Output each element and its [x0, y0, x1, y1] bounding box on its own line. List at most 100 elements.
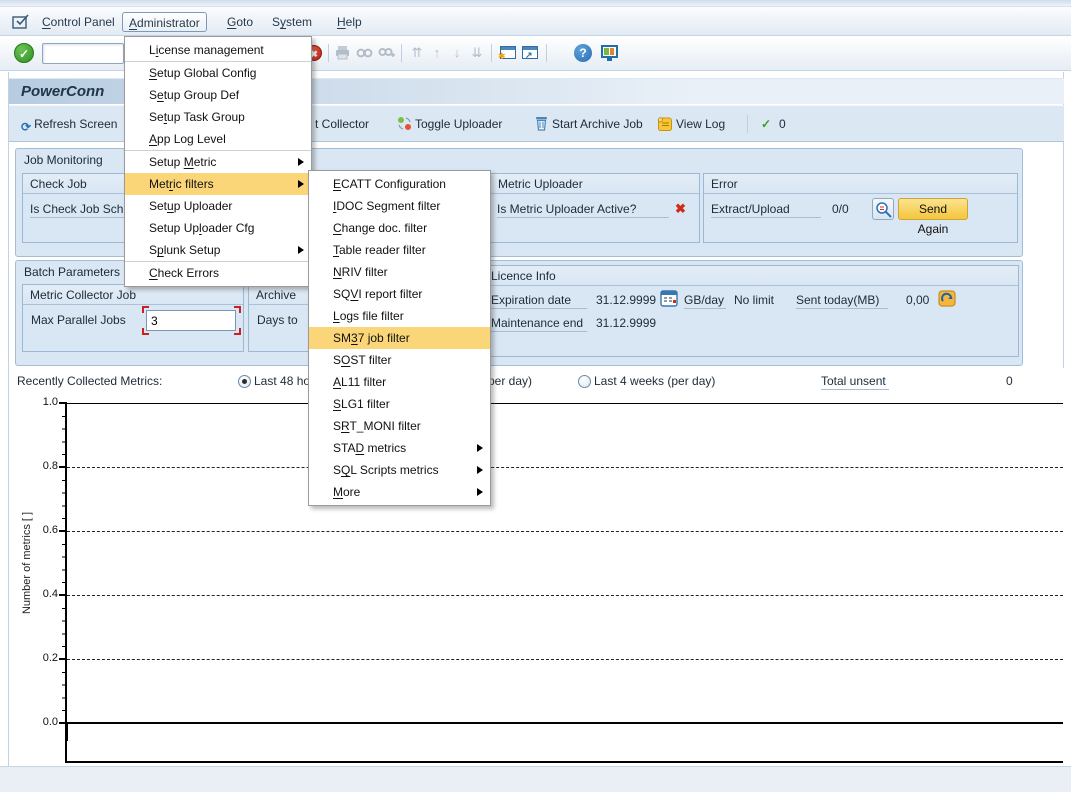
refresh-icon: ⟳ — [21, 117, 31, 137]
selection-corner — [142, 306, 149, 313]
maintenance-end-label: Maintenance end — [491, 316, 587, 332]
menu-item[interactable]: SLG1 filter — [309, 393, 490, 415]
menu-item[interactable]: Check Errors — [125, 262, 311, 284]
collector-button[interactable]: t Collector — [315, 114, 369, 134]
chart-x-axis — [65, 722, 1063, 724]
y-tick-label: 0.8 — [24, 460, 58, 472]
batch-parameters-title: Batch Parameters — [24, 265, 120, 279]
menu-item[interactable]: SOST filter — [309, 349, 490, 371]
menu-item[interactable]: Setup Group Def — [125, 84, 311, 106]
radio-partial-label: per day) — [488, 374, 532, 388]
selection-corner — [234, 328, 241, 335]
next-page-icon[interactable]: ↓ — [448, 44, 466, 62]
selection-corner — [234, 306, 241, 313]
gridline-0-2 — [67, 659, 1063, 660]
last-page-icon[interactable]: ⇊ — [468, 44, 486, 62]
menubar-item-system[interactable]: System — [266, 12, 318, 32]
menu-item[interactable]: NRIV filter — [309, 261, 490, 283]
menubar-item-control-panel[interactable]: Control Panel — [36, 12, 121, 32]
menu-item[interactable]: AL11 filter — [309, 371, 490, 393]
resend-icon[interactable] — [938, 290, 956, 307]
expiration-date-value: 31.12.9999 — [596, 293, 656, 309]
menu-item[interactable]: SM37 job filter — [309, 327, 490, 349]
menu-item[interactable]: Setup Uploader — [125, 195, 311, 217]
toolbar-separator — [491, 44, 492, 62]
error-group: Error Extract/Upload 0/0 Send Again — [703, 173, 1018, 243]
administrator-menu: License management Setup Global Config S… — [124, 36, 312, 287]
menu-item[interactable]: Table reader filter — [309, 239, 490, 261]
layout-icon[interactable] — [601, 45, 618, 58]
toggle-uploader-button[interactable]: Toggle Uploader — [397, 114, 502, 134]
menubar-item-help[interactable]: Help — [331, 12, 368, 32]
menu-item[interactable]: STAD metrics — [309, 437, 490, 459]
metric-uploader-status-label: Is Metric Uploader Active? — [497, 202, 669, 218]
radio-last-48-hours[interactable] — [238, 375, 251, 388]
menu-item[interactable]: SQVI report filter — [309, 283, 490, 305]
menu-item[interactable]: App Log Level — [125, 128, 311, 150]
selection-corner — [142, 328, 149, 335]
metric-collector-job-group: Metric Collector Job Max Parallel Jobs — [22, 284, 244, 352]
ok-check-icon: ✓ — [761, 114, 771, 134]
menu-item[interactable]: Setup Metric — [125, 151, 311, 173]
calendar-icon[interactable] — [660, 290, 678, 307]
menu-item[interactable]: Metric filters — [125, 173, 311, 195]
menu-item[interactable]: Change doc. filter — [309, 217, 490, 239]
first-page-icon[interactable]: ⇈ — [408, 44, 426, 62]
print-icon[interactable] — [334, 44, 352, 62]
archive-trash-icon — [534, 116, 549, 131]
x-major-tick — [66, 724, 68, 741]
toolbar-separator — [401, 44, 402, 62]
menu-item[interactable]: Setup Global Config — [125, 62, 311, 84]
previous-page-icon[interactable]: ↑ — [428, 44, 446, 62]
send-again-button[interactable]: Send Again — [898, 198, 968, 220]
display-magnifier-icon[interactable] — [872, 198, 894, 220]
help-icon[interactable]: ? — [574, 44, 592, 62]
start-archive-job-button[interactable]: Start Archive Job — [534, 114, 643, 134]
gridline-0-6 — [67, 531, 1063, 532]
menu-item[interactable]: SQL Scripts metrics — [309, 459, 490, 481]
radio-last-4-weeks-label: Last 4 weeks (per day) — [594, 374, 715, 388]
menu-bar: Control Panel Administrator Goto System … — [0, 7, 1071, 36]
gb-per-day-value: No limit — [734, 293, 774, 309]
total-unsent-label: Total unsent — [821, 374, 889, 390]
menu-item[interactable]: Logs file filter — [309, 305, 490, 327]
toggle-uploader-icon — [397, 116, 412, 131]
menubar-item-goto[interactable]: Goto — [221, 12, 259, 32]
chart-top-frame — [67, 403, 1063, 404]
menu-item[interactable]: SRT_MONI filter — [309, 415, 490, 437]
menu-item[interactable]: License management — [125, 39, 311, 61]
refresh-screen-button[interactable]: ⟳Refresh Screen — [21, 114, 117, 134]
y-tick-label: 0.0 — [24, 716, 58, 728]
max-parallel-jobs-input[interactable] — [146, 310, 236, 331]
chart-bottom-frame — [65, 761, 1063, 763]
menu-item[interactable]: Setup Uploader Cfg — [125, 217, 311, 239]
radio-last-4-weeks[interactable] — [578, 375, 591, 388]
metrics-chart — [9, 396, 1064, 766]
submenu-arrow-icon — [477, 466, 483, 474]
find-next-icon[interactable] — [378, 44, 396, 62]
submenu-arrow-icon — [477, 488, 483, 496]
enter-icon[interactable]: ✓ — [14, 43, 34, 63]
find-icon[interactable] — [356, 44, 374, 62]
menu-item[interactable]: Splunk Setup — [125, 239, 311, 261]
menu-item[interactable]: Setup Task Group — [125, 106, 311, 128]
menu-item[interactable]: More — [309, 481, 490, 503]
menu-item[interactable]: IDOC Segment filter — [309, 195, 490, 217]
command-field[interactable] — [42, 43, 124, 64]
toolbar-separator — [328, 44, 329, 62]
view-log-button[interactable]: View Log — [657, 114, 725, 134]
sent-today-value: 0,00 — [906, 293, 929, 309]
maintenance-end-value: 31.12.9999 — [596, 316, 656, 332]
sap-gui-window: Control Panel Administrator Goto System … — [0, 0, 1071, 792]
y-tick-label: 0.2 — [24, 652, 58, 664]
new-session-icon[interactable] — [500, 46, 516, 59]
menu-edit-icon[interactable] — [12, 14, 30, 29]
metric-uploader-group: Metric Uploader Is Metric Uploader Activ… — [490, 173, 700, 243]
shortcut-icon[interactable] — [522, 46, 538, 59]
licence-info-group: Licence Info Expiration date 31.12.9999 … — [483, 265, 1019, 357]
y-minor-ticks — [62, 403, 67, 724]
menu-item[interactable]: ECATT Configuration — [309, 173, 490, 195]
submenu-arrow-icon — [298, 246, 304, 254]
recently-collected-label: Recently Collected Metrics: — [17, 374, 162, 388]
menubar-item-administrator[interactable]: Administrator — [122, 12, 207, 32]
